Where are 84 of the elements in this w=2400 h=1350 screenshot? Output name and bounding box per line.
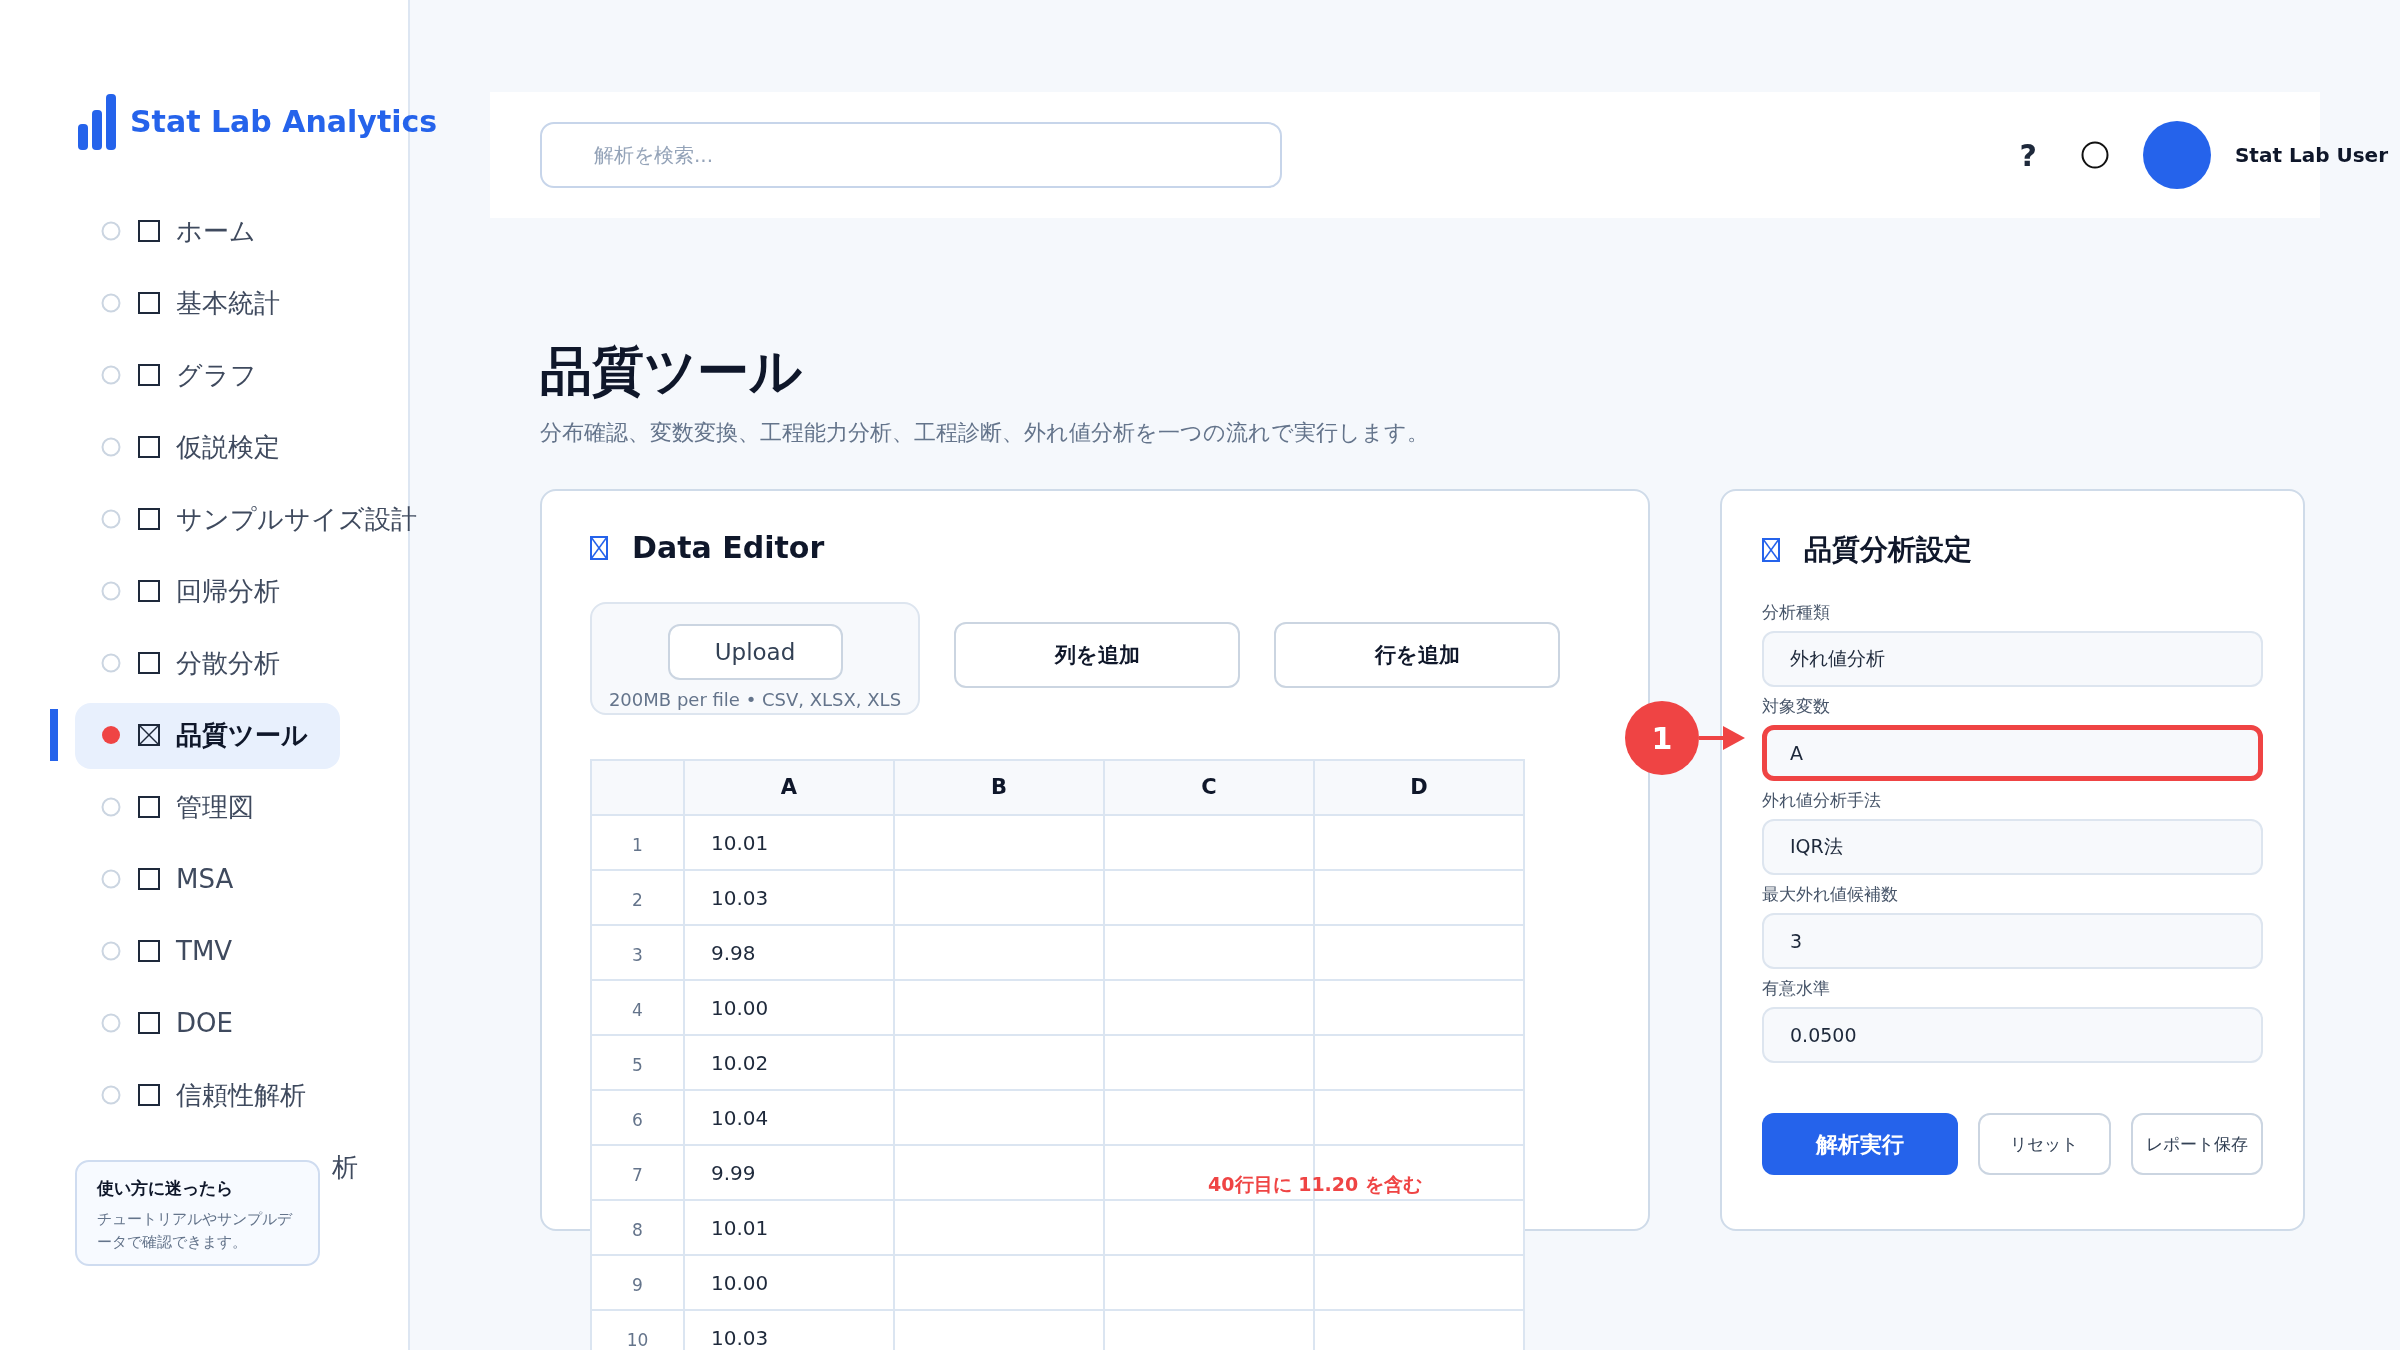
square-icon: [138, 652, 160, 674]
action-button[interactable]: リセット: [1978, 1113, 2111, 1176]
sidebar-item[interactable]: MSA: [176, 859, 234, 899]
row-number: 3: [591, 925, 684, 981]
square-icon: [138, 580, 160, 602]
table-cell: 10.01: [684, 1200, 894, 1256]
table-cell: 9.98: [684, 925, 894, 981]
row-number: 7: [591, 1145, 684, 1201]
input-field[interactable]: 3: [1762, 913, 2263, 970]
square-icon: [138, 796, 160, 818]
table-cell: 10.03: [684, 870, 894, 926]
sidebar-item[interactable]: 仮説検定: [176, 427, 280, 467]
sidebar-item[interactable]: 管理図: [176, 787, 254, 827]
action-button[interactable]: レポート保存: [2130, 1113, 2263, 1176]
crossed-box-icon: [1762, 538, 1780, 563]
bar-chart-logo-icon: [78, 93, 116, 150]
row-number: 8: [591, 1200, 684, 1256]
app-name: Stat Lab Analytics: [130, 103, 438, 141]
square-icon: [138, 220, 160, 242]
table-cell: 9.99: [684, 1145, 894, 1201]
field-label: 外れ値分析手法: [1762, 789, 1882, 812]
sidebar-item[interactable]: DOE: [176, 1003, 233, 1043]
input-field[interactable]: IQR法: [1762, 819, 2263, 876]
sidebar-item[interactable]: 品質ツール: [176, 715, 308, 755]
upload-hint: 200MB per file • CSV, XLSX, XLS: [608, 688, 902, 713]
table-cell: 10.00: [684, 1255, 894, 1311]
field-label: 最大外れ値候補数: [1762, 883, 1899, 906]
row-number: 6: [591, 1090, 684, 1146]
square-icon: [138, 868, 160, 890]
square-icon: [138, 1012, 160, 1034]
row-number: 2: [591, 870, 684, 926]
help-button[interactable]: ?: [2019, 132, 2037, 178]
row-number: 4: [591, 980, 684, 1036]
input-field[interactable]: 外れ値分析: [1762, 631, 2263, 688]
crossed-box-icon: [138, 724, 160, 746]
square-icon: [138, 292, 160, 314]
search-field[interactable]: 解析を検索...: [540, 122, 1282, 188]
add-row-button[interactable]: 行を追加: [1274, 622, 1560, 689]
circle-icon[interactable]: [2080, 141, 2109, 169]
row-number: 9: [591, 1255, 684, 1311]
column-header: C: [1104, 760, 1314, 816]
square-icon: [138, 940, 160, 962]
square-icon: [138, 436, 160, 458]
sidebar-item[interactable]: ホーム: [176, 211, 256, 251]
sidebar-item[interactable]: サンプルサイズ設計: [176, 499, 417, 539]
square-icon: [138, 1084, 160, 1106]
table-cell: 10.04: [684, 1090, 894, 1146]
table-cell: 10.02: [684, 1035, 894, 1091]
sidebar-item[interactable]: 信頼性解析: [176, 1075, 306, 1115]
sidebar-item[interactable]: グラフ: [176, 355, 257, 395]
page-subtitle: 分布確認、変数変換、工程能力分析、工程診断、外れ値分析を一つの流れで実行します。: [540, 419, 1430, 448]
sidebar-item[interactable]: 分散分析: [176, 643, 280, 683]
callout-marker: 1: [1625, 701, 1699, 776]
square-icon: [138, 508, 160, 530]
input-field[interactable]: 0.0500: [1762, 1007, 2263, 1064]
row-number: 1: [591, 815, 684, 871]
page-title: 品質ツール: [540, 340, 803, 403]
sidebar-item[interactable]: 基本統計: [176, 283, 280, 323]
row-number: 5: [591, 1035, 684, 1091]
input-field[interactable]: A: [1762, 725, 2263, 782]
column-header: A: [684, 760, 894, 816]
column-header: B: [894, 760, 1104, 816]
table-cell: 10.01: [684, 815, 894, 871]
user-name: Stat Lab User: [2234, 142, 2388, 169]
sidebar-item[interactable]: TMV: [176, 931, 233, 971]
help-text: チュートリアルやサンプルデータで確認できます。: [97, 1209, 294, 1252]
crossed-box-icon: [590, 535, 608, 560]
run-analysis-button[interactable]: 解析実行: [1762, 1113, 1959, 1176]
add-column-button[interactable]: 列を追加: [954, 622, 1240, 689]
sidebar-item[interactable]: 析: [332, 1147, 358, 1187]
outlier-note: 40行目に 11.20 を含む: [1208, 1172, 1422, 1198]
help-title: 使い方に迷ったら: [97, 1177, 234, 1200]
square-icon: [138, 364, 160, 386]
field-label: 分析種類: [1762, 601, 1831, 624]
card-title: Data Editor: [632, 529, 825, 568]
column-header: D: [1314, 760, 1524, 816]
field-label: 有意水準: [1762, 977, 1831, 1000]
table-cell: 10.00: [684, 980, 894, 1036]
upload-button[interactable]: Upload: [667, 624, 843, 681]
card-title: 品質分析設定: [1804, 532, 1972, 569]
row-number: 10: [591, 1310, 684, 1350]
sidebar-item[interactable]: 回帰分析: [176, 571, 280, 611]
callout-arrow: [1699, 726, 1745, 751]
field-label: 対象変数: [1762, 695, 1831, 718]
